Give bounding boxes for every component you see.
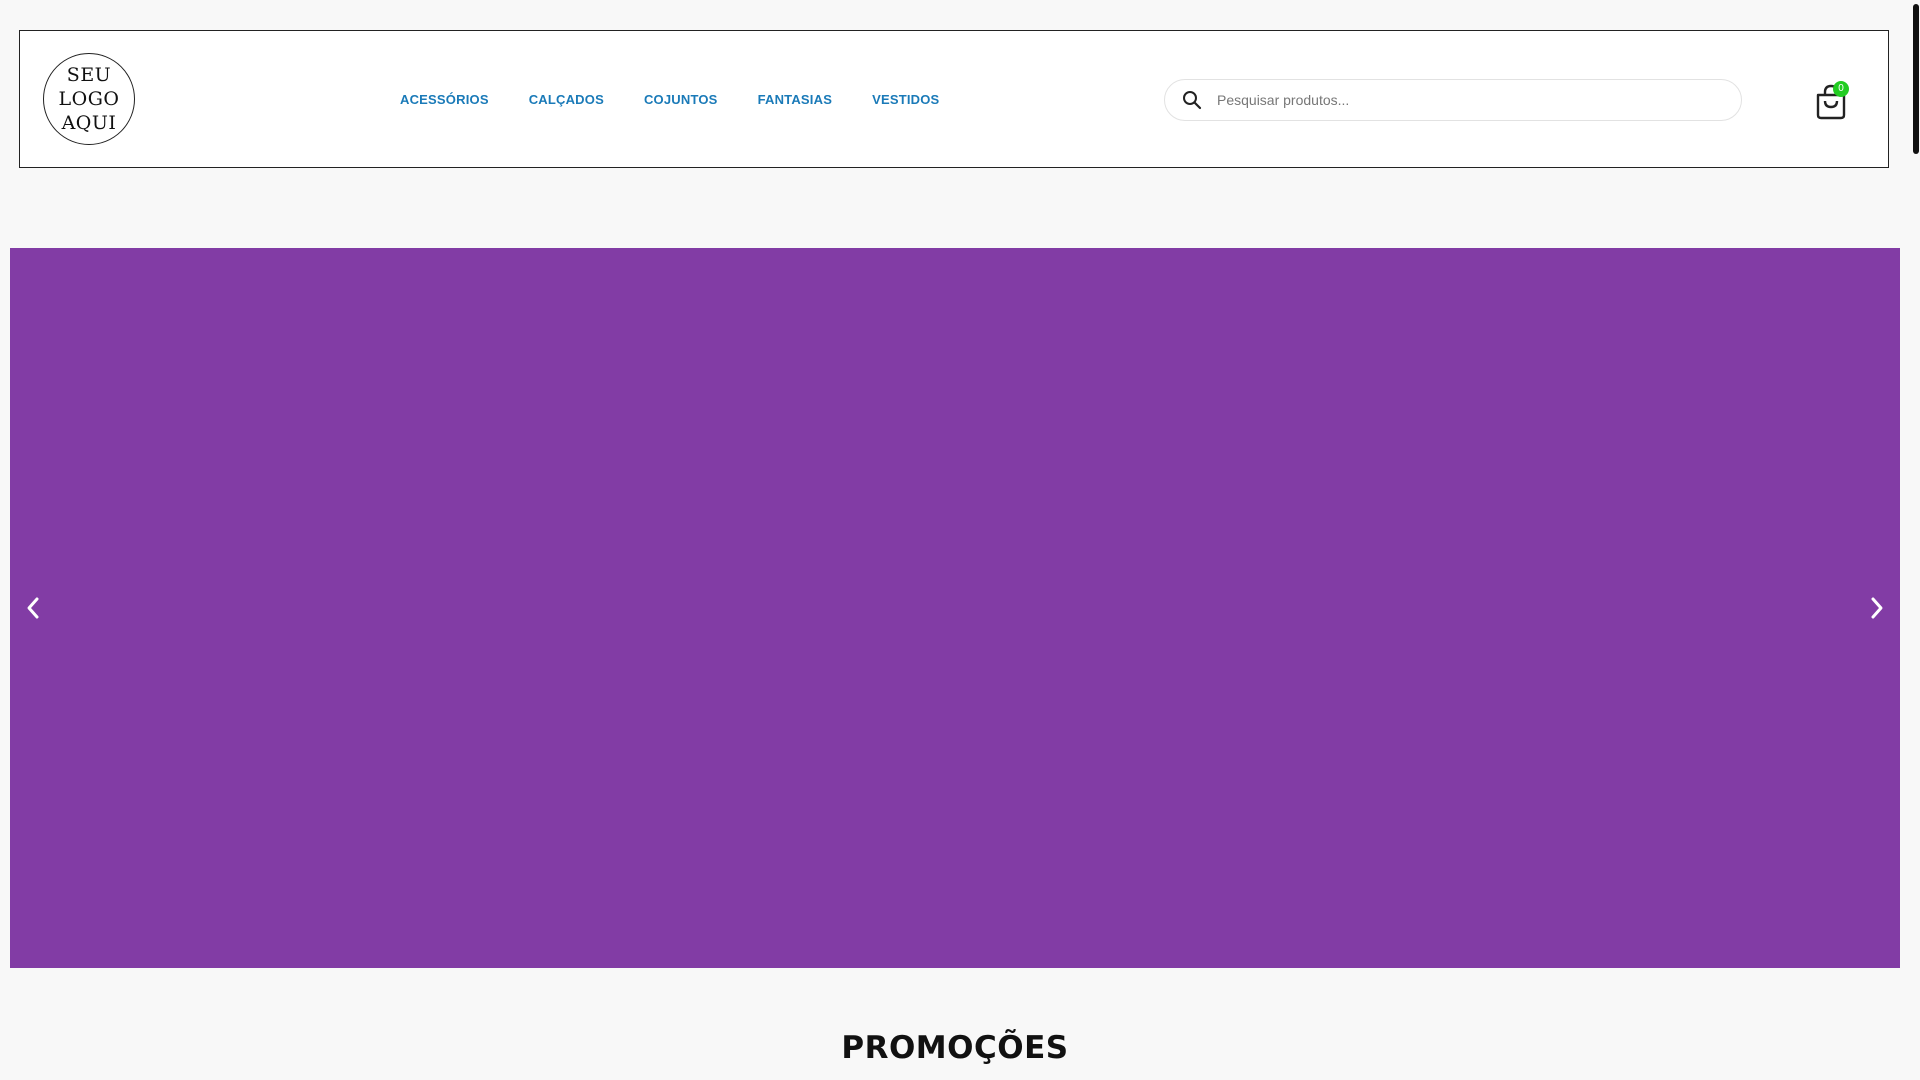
nav-item-cojuntos[interactable]: COJUNTOS: [644, 92, 718, 107]
chevron-left-icon: [27, 597, 39, 619]
logo-line: SEU: [66, 64, 112, 86]
page-scrollbar[interactable]: [1910, 0, 1920, 1080]
search-input[interactable]: [1215, 91, 1719, 109]
slider-next-button[interactable]: [1862, 588, 1892, 628]
nav-item-calcados[interactable]: CALÇADOS: [529, 92, 604, 107]
slider-prev-button[interactable]: [18, 588, 48, 628]
nav-item-vestidos[interactable]: VESTIDOS: [872, 92, 939, 107]
search-icon[interactable]: [1181, 89, 1203, 111]
logo-line: AQUI: [61, 112, 117, 134]
logo-line: LOGO: [58, 88, 120, 110]
chevron-right-icon: [1871, 597, 1883, 619]
hero-slider: [10, 248, 1900, 968]
site-logo[interactable]: SEU LOGO AQUI: [43, 53, 135, 145]
search-box: [1164, 79, 1742, 121]
nav-item-fantasias[interactable]: FANTASIAS: [758, 92, 833, 107]
site-header: SEU LOGO AQUI ACESSÓRIOS CALÇADOS COJUNT…: [19, 30, 1889, 168]
page: SEU LOGO AQUI ACESSÓRIOS CALÇADOS COJUNT…: [0, 0, 1920, 1080]
cart-count-badge: 0: [1833, 81, 1849, 97]
main-nav: ACESSÓRIOS CALÇADOS COJUNTOS FANTASIAS V…: [400, 31, 979, 167]
promotions-title: PROMOÇÕES: [841, 1030, 1069, 1066]
scrollbar-thumb[interactable]: [1913, 4, 1919, 154]
nav-item-acessorios[interactable]: ACESSÓRIOS: [400, 92, 489, 107]
cart-button[interactable]: 0: [1812, 81, 1852, 121]
